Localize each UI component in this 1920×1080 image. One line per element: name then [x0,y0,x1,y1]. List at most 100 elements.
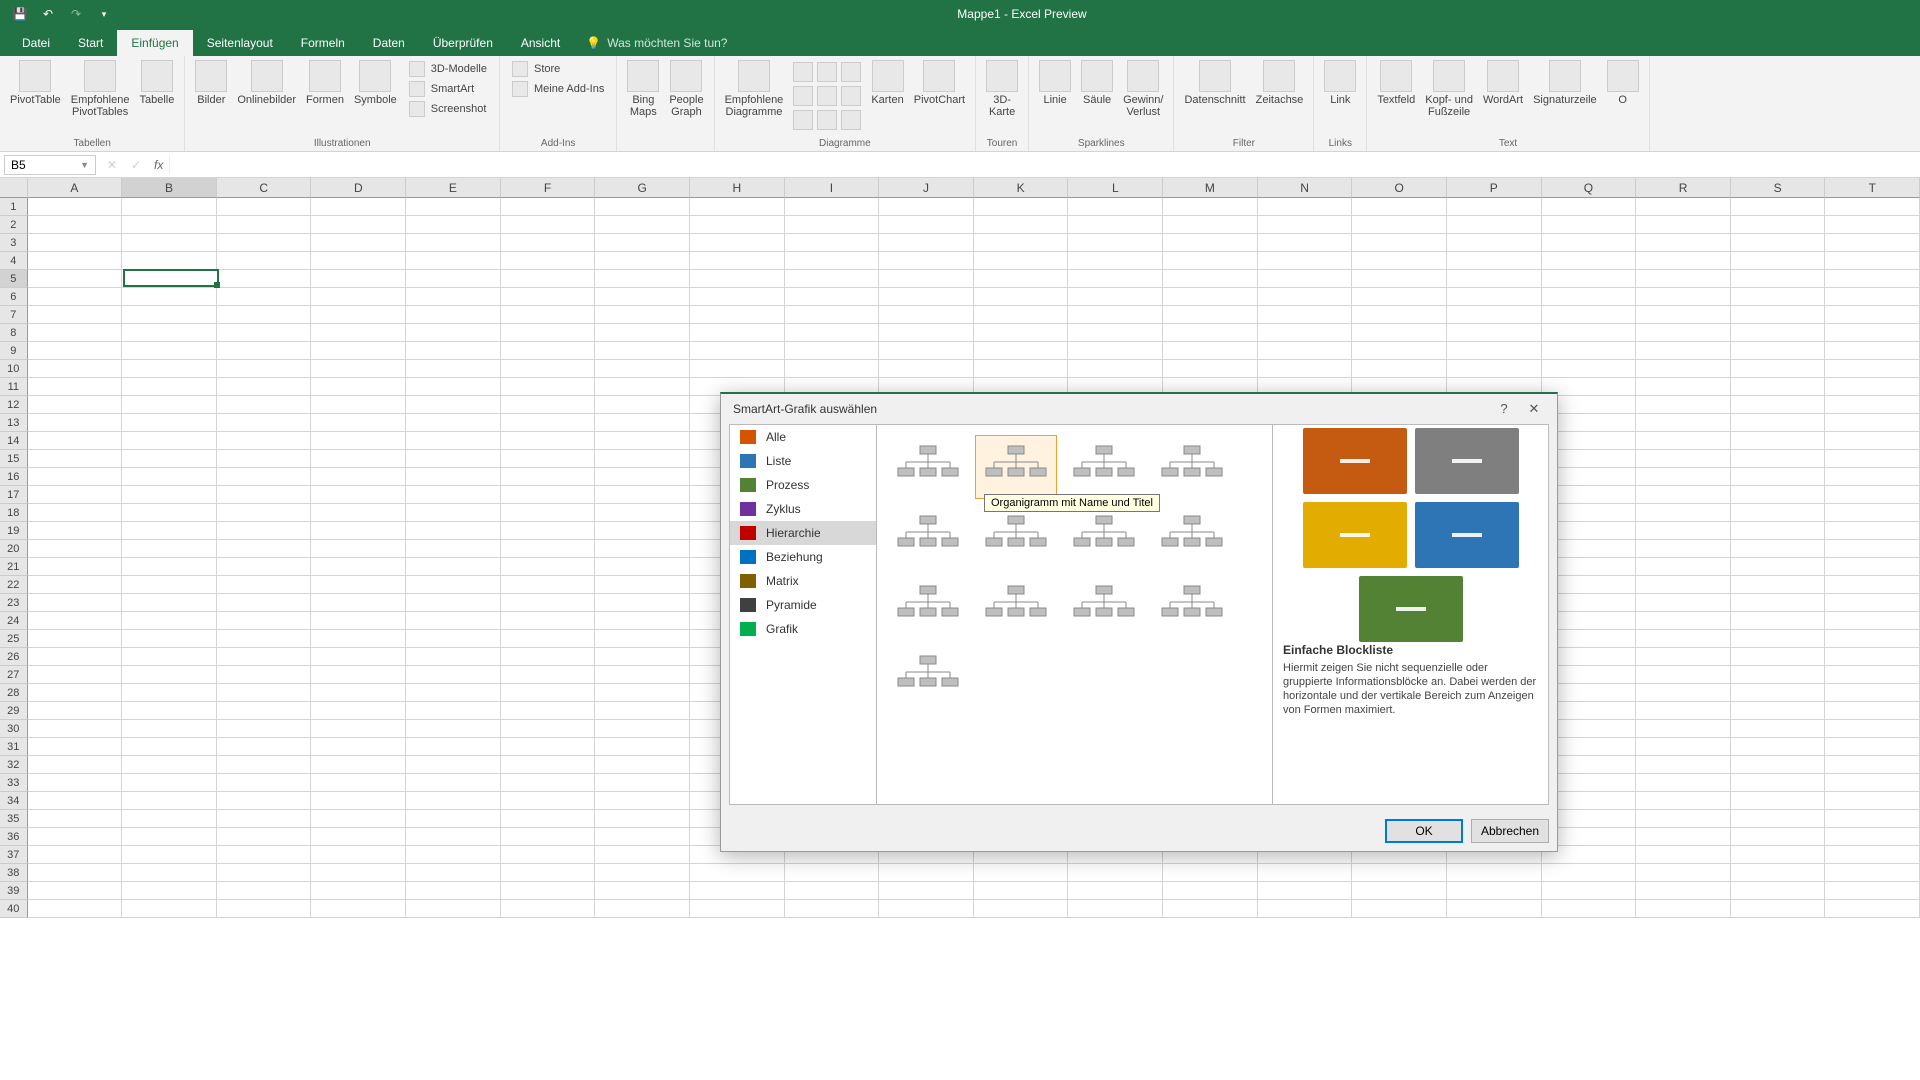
chart-type-button[interactable] [841,110,861,130]
cell[interactable] [1636,774,1731,792]
cell[interactable] [785,684,880,702]
cell[interactable] [1068,828,1163,846]
cell[interactable] [406,612,501,630]
cell[interactable] [879,810,974,828]
cell[interactable] [595,252,690,270]
cell[interactable] [1542,666,1637,684]
cell[interactable] [1068,198,1163,216]
cell[interactable] [879,270,974,288]
cell[interactable] [1163,594,1258,612]
cell[interactable] [1636,864,1731,882]
cell[interactable] [690,900,785,918]
row-header[interactable]: 33 [0,774,28,792]
cell[interactable] [785,522,880,540]
cell[interactable] [1352,720,1447,738]
cell[interactable] [217,846,312,864]
save-icon[interactable]: 💾 [10,4,30,24]
column-header[interactable]: O [1352,178,1447,198]
row-header[interactable]: 18 [0,504,28,522]
cell[interactable] [690,414,785,432]
cell[interactable] [974,432,1069,450]
cell[interactable] [1258,306,1353,324]
cell[interactable] [1068,468,1163,486]
cell[interactable] [690,594,785,612]
cell[interactable] [1636,234,1731,252]
cell[interactable] [1542,576,1637,594]
column-header[interactable]: L [1068,178,1163,198]
cell[interactable] [595,234,690,252]
cell[interactable] [28,234,123,252]
row-header[interactable]: 39 [0,882,28,900]
smartart-button[interactable]: SmartArt [407,80,489,98]
cell[interactable] [1731,594,1826,612]
cell[interactable] [217,900,312,918]
row-header[interactable]: 4 [0,252,28,270]
row-header[interactable]: 32 [0,756,28,774]
cell[interactable] [501,360,596,378]
cell[interactable] [1636,198,1731,216]
cell[interactable] [595,198,690,216]
cell[interactable] [1163,486,1258,504]
cell[interactable] [1068,378,1163,396]
cell[interactable] [595,576,690,594]
cell[interactable] [1825,324,1920,342]
cell[interactable] [217,198,312,216]
cell[interactable] [690,720,785,738]
cell[interactable] [1352,198,1447,216]
cell[interactable] [1731,378,1826,396]
cell[interactable] [974,324,1069,342]
cell[interactable] [1352,468,1447,486]
cell[interactable] [690,630,785,648]
cell[interactable] [501,558,596,576]
cell[interactable] [879,468,974,486]
cell[interactable] [974,810,1069,828]
cell[interactable] [28,828,123,846]
cell[interactable] [1825,792,1920,810]
chart-type-button[interactable] [817,110,837,130]
cell[interactable] [1352,324,1447,342]
cell[interactable] [501,198,596,216]
cell[interactable] [1352,630,1447,648]
cell[interactable] [1825,486,1920,504]
cell[interactable] [311,828,406,846]
cell[interactable] [595,306,690,324]
cell[interactable] [974,198,1069,216]
cell[interactable] [1163,900,1258,918]
cell[interactable] [1163,378,1258,396]
cell[interactable] [595,450,690,468]
cell[interactable] [1258,684,1353,702]
cell[interactable] [785,378,880,396]
cell[interactable] [1825,810,1920,828]
cell[interactable] [879,486,974,504]
cell[interactable] [1731,234,1826,252]
cell[interactable] [217,612,312,630]
cell[interactable] [974,540,1069,558]
cell[interactable] [1352,288,1447,306]
row-header[interactable]: 31 [0,738,28,756]
cell[interactable] [311,378,406,396]
row-header[interactable]: 24 [0,612,28,630]
cell[interactable] [122,864,217,882]
cell[interactable] [1068,396,1163,414]
cell[interactable] [1163,720,1258,738]
cell[interactable] [879,576,974,594]
cell[interactable] [28,486,123,504]
cell[interactable] [879,522,974,540]
cell[interactable] [785,756,880,774]
cell[interactable] [1731,216,1826,234]
cell[interactable] [501,774,596,792]
cell[interactable] [879,900,974,918]
cell[interactable] [974,504,1069,522]
cell[interactable] [311,594,406,612]
cell[interactable] [1731,702,1826,720]
cell[interactable] [1447,450,1542,468]
row-header[interactable]: 17 [0,486,28,504]
cell[interactable] [28,594,123,612]
cell[interactable] [690,576,785,594]
cell[interactable] [1542,360,1637,378]
cell[interactable] [1163,522,1258,540]
cell[interactable] [122,666,217,684]
cell[interactable] [1636,504,1731,522]
cell[interactable] [690,288,785,306]
cell[interactable] [217,396,312,414]
